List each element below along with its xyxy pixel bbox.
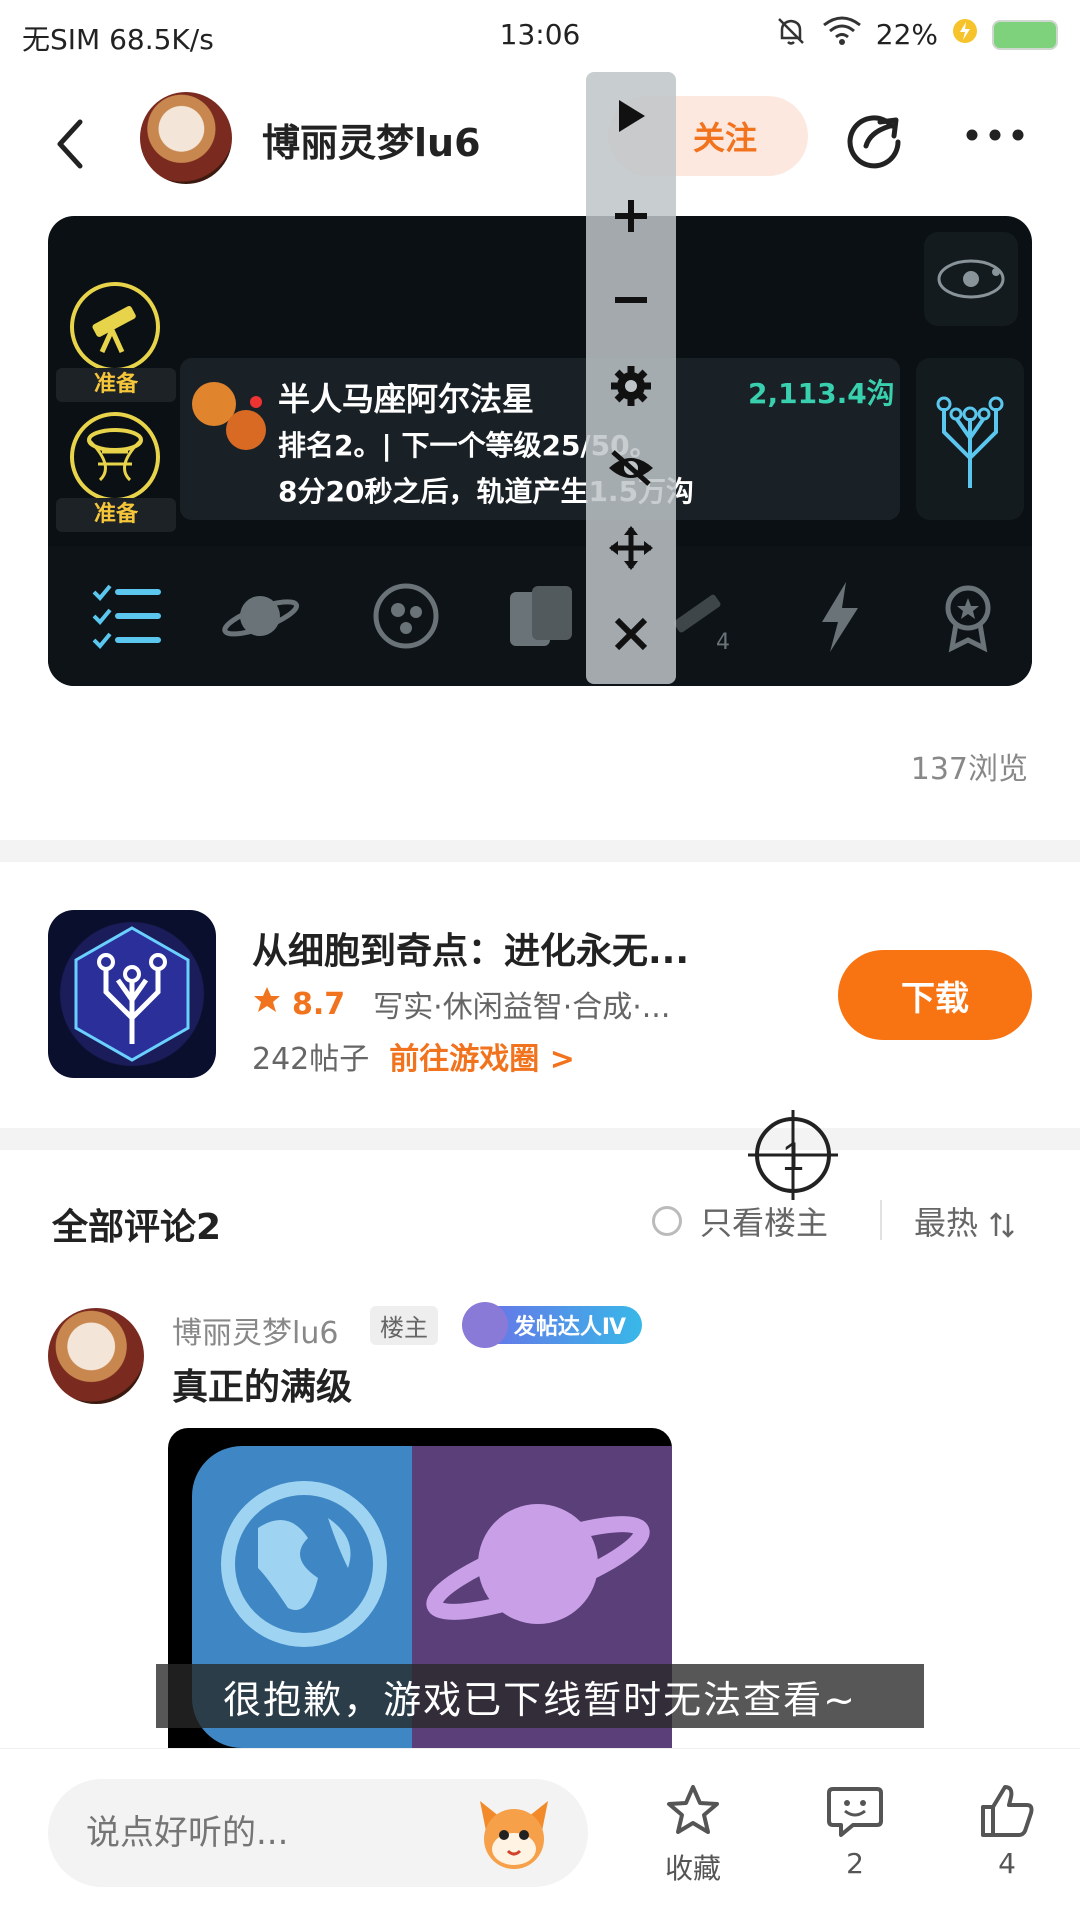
section-divider — [0, 1128, 1080, 1150]
author-name[interactable]: 博丽灵梦lu6 — [262, 112, 481, 167]
comments-title: 全部评论2 — [52, 1207, 222, 1248]
star-icon — [252, 985, 282, 1023]
status-icons: 22% — [774, 14, 1058, 55]
post-screenshot[interactable]: 准备 准备 半人马座阿尔法星 排名2。| 下一个等级25/50。 8分20秒之后… — [48, 216, 1032, 686]
offline-toast: 很抱歉，游戏已下线暂时无法查看~ — [156, 1664, 924, 1728]
back-icon[interactable] — [48, 114, 92, 174]
like-button[interactable]: 4 — [952, 1783, 1062, 1880]
comment-avatar[interactable] — [48, 1308, 144, 1404]
favorite-label: 收藏 — [664, 1852, 721, 1885]
download-button[interactable]: 下载 — [838, 950, 1032, 1040]
telescope-icon — [70, 282, 160, 372]
sort-dropdown[interactable]: 最热 — [914, 1198, 1018, 1244]
mute-icon — [774, 14, 808, 55]
status-bar: 无SIM 68.5K/s 13:06 22% — [0, 0, 1080, 72]
more-icon[interactable] — [962, 120, 1028, 150]
badge-avatar-icon — [462, 1302, 508, 1348]
game-name[interactable]: 从细胞到奇点：进化永无... — [252, 922, 689, 974]
close-icon[interactable] — [586, 604, 676, 664]
task-list-icon — [86, 576, 166, 656]
ready-label-1: 准备 — [56, 368, 176, 402]
game-meta: 8.7 写实·休闲益智·合成·... — [252, 982, 670, 1026]
star-outline-icon — [667, 1785, 719, 1834]
cell-icon — [366, 576, 446, 656]
comment-text: 真正的满级 — [172, 1367, 353, 1408]
game-tags: 写实·休闲益智·合成·... — [373, 990, 671, 1025]
comment-author[interactable]: 博丽灵梦lu6 — [172, 1308, 338, 1352]
floating-toolbar — [586, 72, 676, 684]
host-badge: 楼主 — [370, 1306, 438, 1345]
only-host-label: 只看楼主 — [700, 1204, 829, 1242]
goto-game-circle-link[interactable]: 前往游戏圈 > — [389, 1034, 575, 1078]
zoom-out-icon[interactable] — [586, 270, 676, 330]
tab-badge: 4 — [716, 630, 730, 655]
only-host-radio[interactable] — [652, 1206, 682, 1236]
zoom-in-icon[interactable] — [586, 186, 676, 246]
sort-icon — [988, 1204, 1018, 1242]
svg-text:1: 1 — [782, 1135, 804, 1179]
share-icon[interactable] — [842, 104, 908, 170]
battery-percent: 22% — [875, 18, 938, 51]
game-posts-row: 242帖子 前往游戏圈 > — [252, 1034, 575, 1078]
comment-bubble-icon — [827, 1787, 883, 1837]
star-info-card: 半人马座阿尔法星 排名2。| 下一个等级25/50。 8分20秒之后，轨道产生1… — [180, 358, 900, 520]
author-avatar[interactable] — [140, 92, 232, 184]
hide-icon[interactable] — [586, 438, 676, 498]
section-divider — [0, 840, 1080, 862]
game-tabbar: 4 — [48, 546, 1032, 686]
award-icon — [928, 576, 1008, 656]
poster-badge-label: 发帖达人Ⅳ — [513, 1315, 626, 1340]
net-icon — [70, 412, 160, 502]
play-icon[interactable] — [586, 86, 676, 146]
mascot-emoji-icon[interactable] — [472, 1791, 556, 1875]
orbit-icon — [924, 232, 1018, 326]
view-count: 137浏览 — [910, 752, 1028, 787]
wifi-icon — [822, 15, 862, 54]
poster-badge: 发帖达人Ⅳ — [462, 1302, 642, 1348]
ready-label-2: 准备 — [56, 498, 176, 532]
star-system-icon — [188, 376, 268, 456]
sort-label: 最热 — [914, 1204, 979, 1242]
move-icon[interactable] — [586, 518, 676, 578]
bottom-action-bar: 收藏 2 4 — [0, 1748, 1080, 1921]
cards-icon — [502, 576, 582, 656]
only-host-toggle[interactable]: 只看楼主 — [652, 1198, 828, 1244]
sort-divider — [880, 1200, 882, 1240]
game-rating: 8.7 — [292, 986, 346, 1022]
comment-button[interactable]: 2 — [800, 1783, 910, 1880]
star-name: 半人马座阿尔法星 — [278, 380, 535, 418]
settings-icon[interactable] — [586, 356, 676, 416]
battery-icon — [992, 19, 1058, 50]
charging-icon — [952, 18, 978, 51]
comment-count: 2 — [846, 1847, 864, 1880]
thumbs-up-icon — [981, 1785, 1034, 1837]
currency-value: 2,113.4沟 — [748, 377, 895, 410]
game-icon[interactable] — [48, 910, 216, 1078]
crosshair-marker: 1 — [748, 1110, 838, 1200]
post-header: 博丽灵梦lu6 关注 — [0, 72, 1080, 204]
tech-tree-icon — [916, 358, 1024, 520]
planet-icon — [220, 576, 300, 656]
lightning-icon — [800, 576, 880, 656]
like-count: 4 — [998, 1847, 1016, 1880]
post-count: 242帖子 — [252, 1042, 370, 1077]
favorite-button[interactable]: 收藏 — [638, 1783, 748, 1887]
